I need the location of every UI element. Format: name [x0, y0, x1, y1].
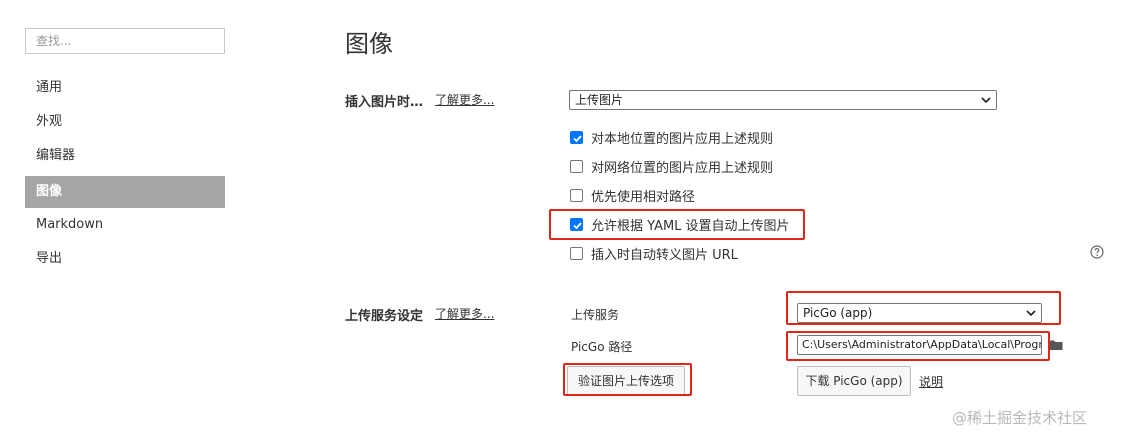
upload-service-label: 上传服务 [571, 308, 620, 322]
upload-learn-more-link[interactable]: 了解更多... [435, 305, 494, 322]
checkbox-local-label: 对本地位置的图片应用上述规则 [591, 131, 774, 147]
highlight-verify-button [563, 363, 692, 396]
checkbox-row-local[interactable]: 对本地位置的图片应用上述规则 [570, 128, 774, 147]
sidebar-item-editor[interactable]: 编辑器 [25, 140, 225, 172]
check-icon [573, 134, 582, 142]
insert-action-select[interactable]: 上传图片 [569, 90, 997, 110]
picgo-doc-link[interactable]: 说明 [919, 373, 943, 390]
search-input[interactable] [25, 28, 225, 54]
watermark: @稀土掘金技术社区 [952, 409, 1088, 427]
checkbox-relative-path-label: 优先使用相对路径 [591, 189, 696, 205]
folder-icon[interactable] [1049, 339, 1063, 351]
insert-learn-more-link[interactable]: 了解更多... [435, 91, 494, 108]
download-picgo-button[interactable]: 下载 PicGo (app) [797, 366, 911, 396]
checkbox-network-label: 对网络位置的图片应用上述规则 [591, 160, 774, 176]
checkbox-row-network[interactable]: 对网络位置的图片应用上述规则 [570, 157, 774, 176]
page-title: 图像 [345, 30, 393, 58]
checkbox-network[interactable] [570, 159, 583, 173]
sidebar-item-image[interactable]: 图像 [25, 176, 225, 208]
checkbox-local[interactable] [570, 130, 583, 144]
sidebar: 通用 外观 编辑器 图像 Markdown 导出 [0, 0, 250, 443]
sidebar-item-general[interactable]: 通用 [25, 72, 225, 104]
highlight-yaml-option [549, 209, 805, 240]
insert-section-label: 插入图片时… [345, 95, 424, 110]
sidebar-item-appearance[interactable]: 外观 [25, 106, 225, 138]
checkbox-escape-url-label: 插入时自动转义图片 URL [591, 247, 738, 263]
chevron-down-icon [981, 97, 991, 104]
checkbox-row-relative-path[interactable]: 优先使用相对路径 [570, 186, 696, 205]
highlight-picgo-path [786, 331, 1050, 361]
highlight-upload-service [786, 291, 1061, 325]
upload-section-label: 上传服务设定 [345, 309, 424, 324]
checkbox-relative-path[interactable] [570, 188, 583, 202]
picgo-path-label: PicGo 路径 [571, 340, 633, 354]
sidebar-item-markdown[interactable]: Markdown [25, 209, 225, 241]
question-circle-icon[interactable] [1090, 245, 1104, 259]
insert-action-value: 上传图片 [575, 93, 624, 107]
sidebar-item-export[interactable]: 导出 [25, 243, 225, 275]
checkbox-escape-url[interactable] [570, 246, 583, 260]
checkbox-row-escape-url[interactable]: 插入时自动转义图片 URL [570, 244, 738, 263]
